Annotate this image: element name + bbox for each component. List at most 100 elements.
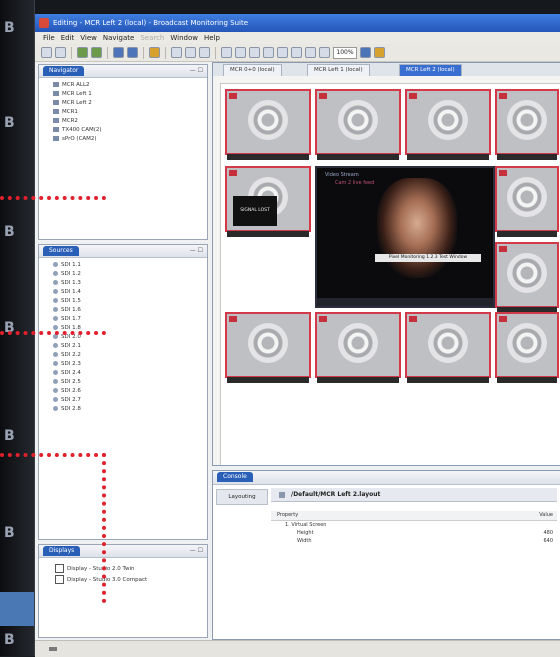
tree-item[interactable]: sPrO (CAM2) — [53, 135, 207, 144]
layout-tree: MCR ALL2 MCR Left 1 MCR Left 2 MCR1 MCR2… — [39, 78, 207, 144]
title-bar[interactable]: Editing - MCR Left 2 (local) - Broadcast… — [35, 14, 560, 32]
tab-mcr-left-1[interactable]: MCR Left 1 (local) — [307, 64, 370, 76]
tab-mcr-left-2[interactable]: MCR Left 2 (local) — [399, 64, 462, 76]
tab-mcr-00[interactable]: MCR 0+0 (local) — [223, 64, 282, 76]
menu-view[interactable]: View — [80, 32, 97, 44]
zoom-combo[interactable]: 100% — [333, 46, 357, 59]
source-item[interactable]: SDI 2.7 — [53, 396, 207, 405]
tree-item[interactable]: MCR Left 1 — [53, 90, 207, 99]
tree-item[interactable]: MCR1 — [53, 108, 207, 117]
property-value: 640 — [543, 538, 553, 544]
no-signal-box[interactable]: SIGNAL LOST — [233, 196, 277, 226]
display-list: Display - Studio 2.0 Twin Display - Stud… — [39, 558, 207, 586]
tile-label — [227, 231, 309, 237]
monitor-tile[interactable] — [315, 89, 401, 160]
deploy-button[interactable] — [149, 47, 160, 58]
tab-navigator[interactable]: Navigator — [43, 66, 85, 76]
menu-file[interactable]: File — [43, 32, 55, 44]
source-item[interactable]: SDI 2.2 — [53, 351, 207, 360]
source-tag — [409, 93, 417, 99]
menu-search[interactable]: Search — [140, 32, 164, 44]
align-center-button[interactable] — [235, 47, 246, 58]
front-button[interactable] — [305, 47, 316, 58]
zoom-in-button[interactable] — [360, 47, 371, 58]
layouting-tab[interactable]: Layouting — [216, 489, 268, 505]
layout-canvas[interactable]: Video Stream Cam 2 live feed Pixel Monit… — [221, 84, 560, 465]
tab-sources[interactable]: Sources — [43, 246, 79, 256]
tree-item[interactable]: MCR Left 2 — [53, 99, 207, 108]
menu-window[interactable]: Window — [170, 32, 198, 44]
source-item[interactable]: SDI 2.5 — [53, 378, 207, 387]
monitor-tile[interactable] — [225, 89, 311, 160]
callout-line — [102, 453, 106, 603]
display-item[interactable]: Display - Studio 2.0 Twin — [55, 564, 207, 575]
menu-help[interactable]: Help — [204, 32, 220, 44]
align-left-button[interactable] — [221, 47, 232, 58]
property-label: Width — [297, 538, 312, 544]
source-item[interactable]: SDI 1.1 — [53, 261, 207, 270]
pane-controls[interactable]: — ☐ — [190, 67, 203, 74]
video-title: Video Stream — [325, 172, 359, 178]
cut-button[interactable] — [171, 47, 182, 58]
source-item[interactable]: SDI 1.4 — [53, 288, 207, 297]
ungroup-button[interactable] — [291, 47, 302, 58]
menu-edit[interactable]: Edit — [61, 32, 75, 44]
source-item[interactable]: SDI 1.5 — [53, 297, 207, 306]
disconnect-button[interactable] — [91, 47, 102, 58]
monitor-tile[interactable] — [495, 89, 559, 160]
tab-displays[interactable]: Displays — [43, 546, 81, 556]
desktop-glyph: B — [4, 525, 15, 541]
source-item[interactable]: SDI 1.7 — [53, 315, 207, 324]
video-frame — [377, 178, 457, 278]
monitor-tile[interactable] — [405, 89, 491, 160]
source-item[interactable]: SDI 1.2 — [53, 270, 207, 279]
monitor-tile[interactable] — [495, 166, 559, 237]
monitor-tile[interactable] — [495, 312, 559, 383]
checkbox-icon[interactable] — [55, 575, 64, 584]
display-item[interactable]: Display - Studio 3.0 Compact — [55, 575, 207, 586]
video-subtitle: Cam 2 live feed — [335, 180, 375, 186]
monitor-tile[interactable] — [315, 312, 401, 383]
group-button[interactable] — [277, 47, 288, 58]
property-label: Height — [297, 530, 314, 536]
property-value: 480 — [543, 530, 553, 536]
monitor-tile[interactable] — [225, 312, 311, 383]
monitor-tile[interactable] — [405, 312, 491, 383]
open-button[interactable] — [55, 47, 66, 58]
test-pattern — [507, 177, 547, 217]
source-item[interactable]: SDI 2.1 — [53, 342, 207, 351]
property-row[interactable]: 1. Virtual Screen — [271, 521, 557, 529]
source-item[interactable]: SDI 2.4 — [53, 369, 207, 378]
paste-button[interactable] — [199, 47, 210, 58]
checkbox-icon[interactable] — [55, 564, 64, 573]
sources-pane: Sources — ☐ SDI 1.1 SDI 1.2 SDI 1.3 SDI … — [38, 244, 208, 540]
pane-controls[interactable]: — ☐ — [190, 547, 203, 554]
sources-header: Sources — ☐ — [39, 245, 207, 258]
grid-button[interactable] — [113, 47, 124, 58]
tree-item[interactable]: MCR ALL2 — [53, 81, 207, 90]
layout-button[interactable] — [127, 47, 138, 58]
tab-console[interactable]: Console — [217, 472, 253, 482]
connect-button[interactable] — [77, 47, 88, 58]
video-preview[interactable]: Video Stream Cam 2 live feed Pixel Monit… — [315, 166, 495, 308]
monitor-tile[interactable] — [495, 242, 559, 313]
source-item[interactable]: SDI 2.3 — [53, 360, 207, 369]
source-item[interactable]: SDI 2.8 — [53, 405, 207, 414]
distribute-button[interactable] — [263, 47, 274, 58]
toolbar: 100% — [35, 44, 560, 62]
run-button[interactable] — [374, 47, 385, 58]
property-row[interactable]: Height 480 — [271, 529, 557, 537]
back-button[interactable] — [319, 47, 330, 58]
copy-button[interactable] — [185, 47, 196, 58]
source-item[interactable]: SDI 1.6 — [53, 306, 207, 315]
menu-navigate[interactable]: Navigate — [103, 32, 134, 44]
align-right-button[interactable] — [249, 47, 260, 58]
source-item[interactable]: SDI 2.6 — [53, 387, 207, 396]
new-button[interactable] — [41, 47, 52, 58]
tree-item[interactable]: MCR2 — [53, 117, 207, 126]
column-value: Value — [539, 512, 553, 518]
property-row[interactable]: Width 640 — [271, 537, 557, 545]
source-item[interactable]: SDI 1.3 — [53, 279, 207, 288]
pane-controls[interactable]: — ☐ — [190, 247, 203, 254]
tree-item[interactable]: TX400 CAM(2) — [53, 126, 207, 135]
